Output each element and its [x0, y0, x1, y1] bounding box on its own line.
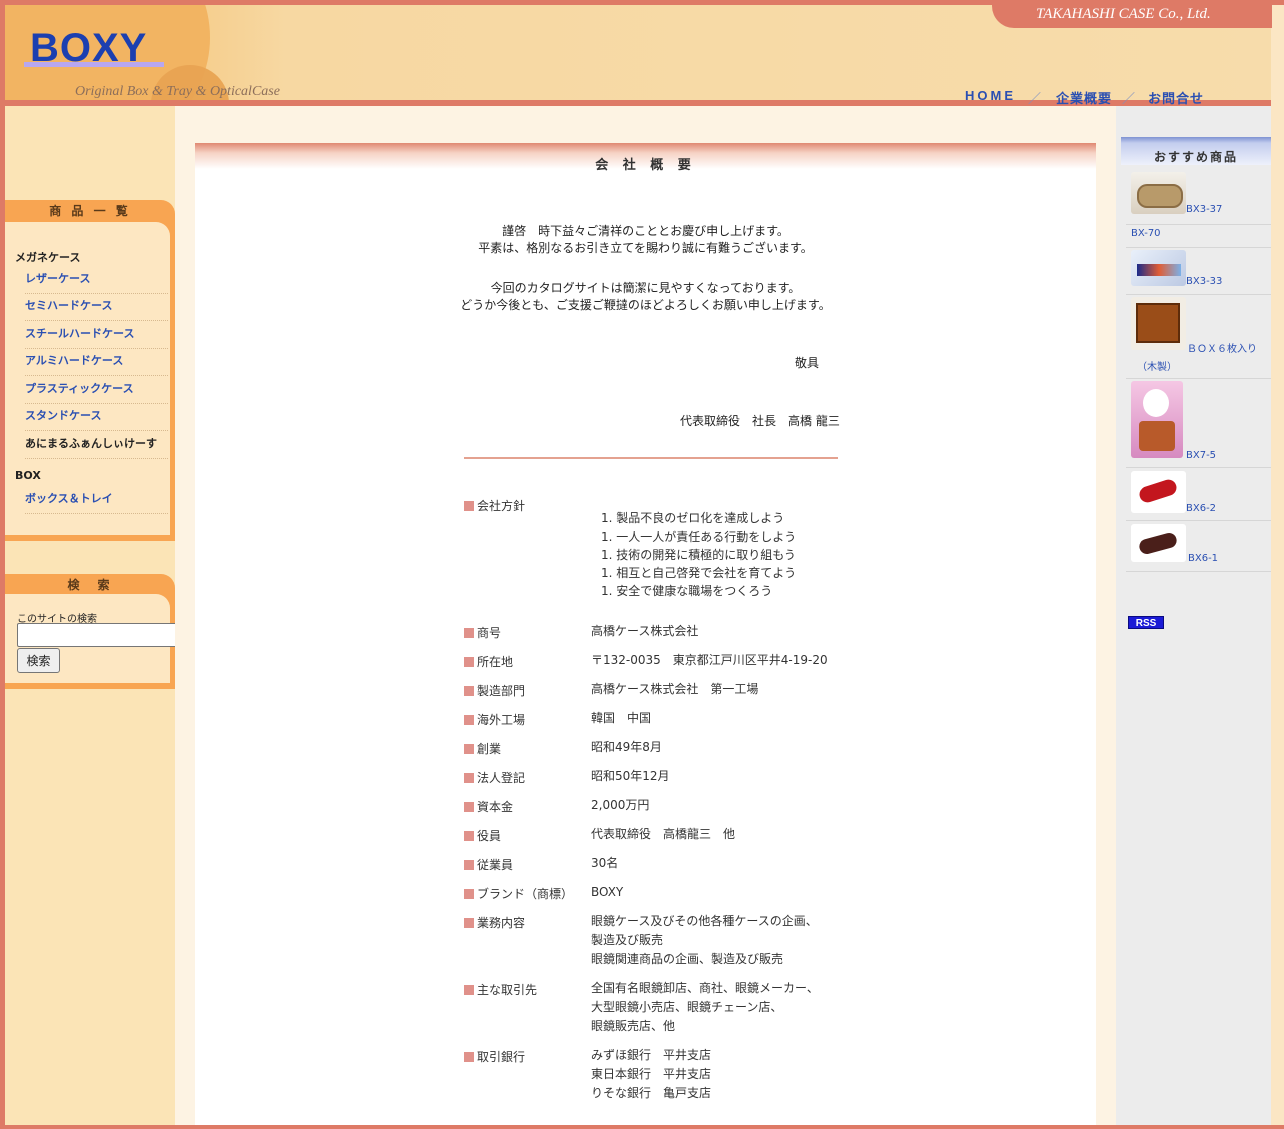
product-link-bx3-33[interactable]: BX3-33: [1186, 276, 1222, 287]
policy-item: 1. 安全で健康な職場をつくろう: [601, 584, 773, 598]
info-value: りそな銀行 亀戸支店: [591, 1086, 712, 1100]
info-label: 役員: [464, 827, 501, 844]
product-thumb-bx6-1[interactable]: [1131, 524, 1186, 562]
page-title: 会 社 概 要: [595, 158, 696, 173]
case-icon: [1137, 184, 1183, 208]
menu-item-stand-case[interactable]: スタンドケース: [25, 405, 168, 431]
info-label: 商号: [464, 624, 501, 641]
info-value: 眼鏡関連商品の企画、製造及び販売: [591, 952, 784, 966]
product-thumb-bx3-37[interactable]: [1131, 172, 1186, 214]
recommend-title: おすすめ商品: [1153, 150, 1238, 164]
policy-item: 1. 技術の開発に積極的に取り組もう: [601, 548, 796, 562]
product-link-bx3-37[interactable]: BX3-37: [1186, 204, 1222, 215]
info-value: 昭和50年12月: [591, 769, 670, 783]
greeting-line: 謹啓 時下益々ご清祥のこととお慶び申し上げます。: [502, 224, 789, 238]
info-label: 主な取引先: [464, 981, 537, 998]
greeting-line: どうか今後とも、ご支援ご鞭撻のほどよろしくお願い申し上げます。: [460, 298, 831, 312]
product-divider: [1126, 294, 1271, 295]
info-label: 海外工場: [464, 711, 525, 728]
closing-text: 敬具: [795, 356, 820, 370]
info-value: 高橋ケース株式会社: [591, 624, 699, 638]
category-glasses-case: メガネケース: [15, 251, 81, 264]
info-value: みずほ銀行 平井支店: [591, 1048, 712, 1062]
president-signature: 代表取締役 社長 高橋 龍三: [680, 414, 840, 428]
info-value: 製造及び販売: [591, 933, 664, 947]
product-menu-title: 商 品 一 覧: [49, 204, 131, 218]
product-link-bx7-5[interactable]: BX7-5: [1186, 450, 1216, 461]
nav-home-link[interactable]: HOME: [965, 88, 1016, 103]
category-box: BOX: [15, 469, 41, 482]
info-label: 従業員: [464, 856, 513, 873]
info-value: 東日本銀行 平井支店: [591, 1067, 712, 1081]
menu-item-leather-case[interactable]: レザーケース: [25, 268, 168, 294]
info-value: 韓国 中国: [591, 711, 652, 725]
product-thumb-bx7-5[interactable]: [1131, 381, 1183, 458]
site-logo[interactable]: BOXY: [30, 26, 147, 71]
case-icon: [1137, 264, 1181, 276]
nav-contact-link[interactable]: お問合せ: [1148, 88, 1204, 107]
product-link-bx-70[interactable]: BX-70: [1131, 228, 1161, 239]
site-tagline: Original Box & Tray & OpticalCase: [75, 84, 280, 99]
product-thumb-bx6-2[interactable]: [1131, 471, 1186, 513]
product-link-bx6-1[interactable]: BX6-1: [1188, 553, 1218, 564]
menu-item-animal-fancy-case[interactable]: あにまるふぁんしぃけーす: [25, 433, 168, 459]
info-value: 30名: [591, 856, 619, 870]
frame-bottom: [0, 1125, 1284, 1129]
policy-item: 1. 相互と自己啓発で会社を育てよう: [601, 566, 797, 580]
info-value: 眼鏡ケース及びその他各種ケースの企画、: [591, 914, 818, 928]
frame-right: [1271, 100, 1284, 1129]
rss-badge[interactable]: RSS: [1128, 616, 1164, 629]
info-label: 創業: [464, 740, 501, 757]
info-label: 業務内容: [464, 914, 525, 931]
nav-company-link[interactable]: 企業概要: [1056, 88, 1112, 107]
greeting-line: 平素は、格別なるお引き立てを賜わり誠に有難うございます。: [478, 241, 813, 255]
box-icon: [1136, 303, 1180, 343]
info-value: 昭和49年8月: [591, 740, 662, 754]
basket-icon: [1139, 421, 1175, 451]
case-icon: [1137, 477, 1179, 505]
search-box-title: 検 索: [67, 578, 113, 592]
info-value: BOXY: [591, 885, 624, 899]
info-label: 製造部門: [464, 682, 525, 699]
menu-item-aluminum-hard-case[interactable]: アルミハードケース: [25, 350, 168, 376]
product-divider: [1126, 247, 1271, 248]
menu-item-semi-hard-case[interactable]: セミハードケース: [25, 295, 168, 321]
info-label: 所在地: [464, 653, 513, 670]
info-value: 大型眼鏡小売店、眼鏡チェーン店、: [591, 1000, 783, 1014]
product-link-box-6-wood[interactable]: ＢＯＸ６枚入り（木製）: [1137, 341, 1262, 377]
info-label: 資本金: [464, 798, 513, 815]
greeting-line: 今回のカタログサイトは簡潔に見やすくなっております。: [490, 281, 801, 295]
info-label-policy: 会社方針: [464, 497, 525, 514]
menu-item-steel-hard-case[interactable]: スチールハードケース: [25, 323, 168, 349]
case-icon: [1137, 531, 1179, 556]
info-label: 取引銀行: [464, 1048, 525, 1065]
product-link-bx6-2[interactable]: BX6-2: [1186, 503, 1216, 514]
rabbit-icon: [1143, 389, 1169, 417]
section-divider: [464, 457, 838, 459]
info-value: 〒132-0035 東京都江戸川区平井4-19-20: [591, 653, 828, 667]
nav-separator: ／: [1122, 91, 1137, 106]
info-value: 高橋ケース株式会社 第一工場: [591, 682, 759, 696]
menu-item-plastic-case[interactable]: プラスティックケース: [25, 378, 168, 404]
info-value: 2,000万円: [591, 798, 650, 812]
policy-item: 1. 一人一人が責任ある行動をしよう: [601, 530, 797, 544]
info-label: ブランド（商標）: [464, 885, 573, 902]
info-value: 代表取締役 高橋龍三 他: [591, 827, 736, 841]
menu-item-box-and-tray[interactable]: ボックス＆トレイ: [25, 488, 168, 514]
product-divider: [1126, 467, 1271, 468]
product-divider: [1126, 571, 1271, 572]
info-value: 眼鏡販売店、他: [591, 1019, 676, 1033]
product-divider: [1126, 378, 1271, 379]
product-divider: [1126, 520, 1271, 521]
product-divider: [1126, 224, 1271, 225]
search-button[interactable]: 検索: [17, 648, 60, 673]
info-value: 全国有名眼鏡卸店、商社、眼鏡メーカー、: [591, 981, 819, 995]
nav-separator: ／: [1028, 91, 1043, 106]
product-thumb-bx3-33[interactable]: [1131, 250, 1186, 286]
policy-item: 1. 製品不良のゼロ化を達成しよう: [601, 511, 785, 525]
info-label: 法人登記: [464, 769, 525, 786]
company-name: TAKAHASHI CASE Co., Ltd.: [1036, 6, 1211, 22]
